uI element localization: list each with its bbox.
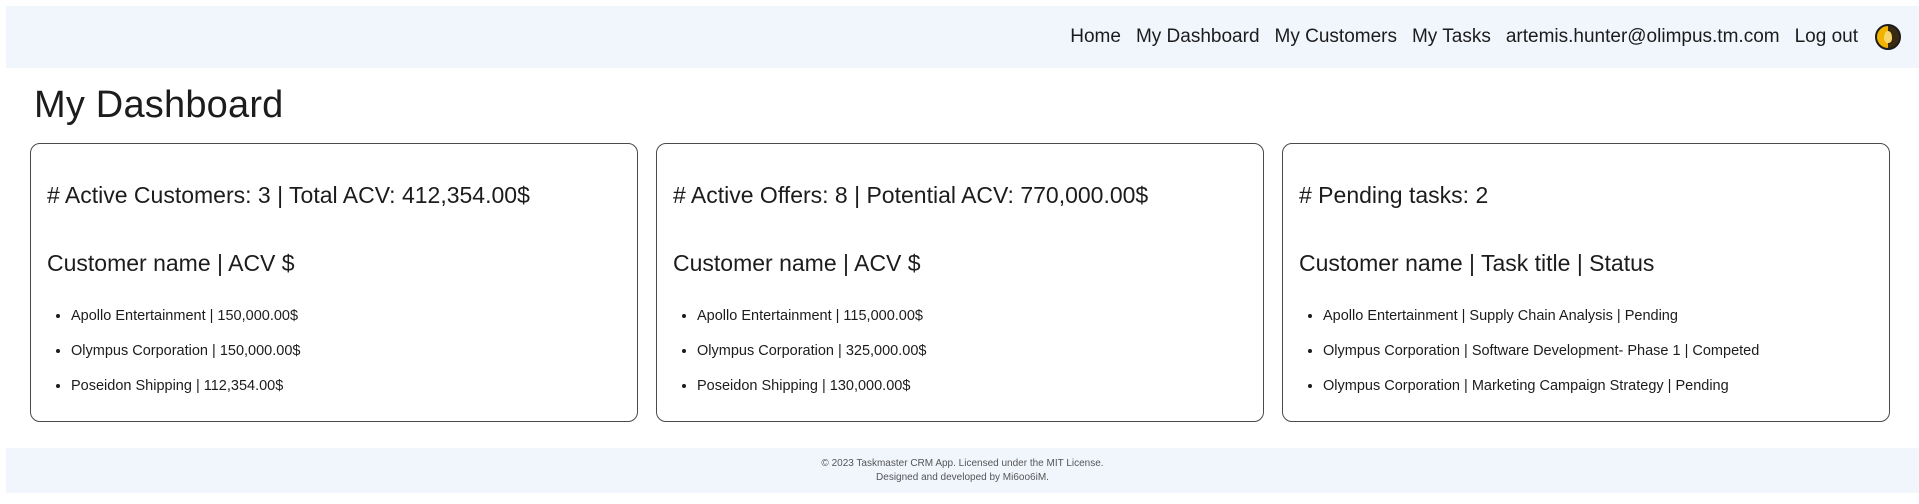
page: Home My Dashboard My Customers My Tasks … (0, 0, 1919, 504)
list-item: Apollo Entertainment | Supply Chain Anal… (1323, 307, 1759, 342)
nav-my-tasks-link[interactable]: My Tasks (1412, 26, 1491, 48)
task-status-list: Apollo Entertainment | Supply Chain Anal… (1299, 307, 1759, 412)
list-item: Olympus Corporation | Software Developme… (1323, 342, 1759, 377)
card-list-header: Customer name | Task title | Status (1299, 250, 1655, 276)
card-summary: # Pending tasks: 2 (1299, 182, 1489, 208)
card-summary: # Active Offers: 8 | Potential ACV: 770,… (673, 182, 1149, 208)
card-list-header: Customer name | ACV $ (673, 250, 921, 276)
dashboard-cards: # Active Customers: 3 | Total ACV: 412,3… (30, 143, 1895, 424)
footer-credits-text: Designed and developed by Mi6oo6iM. (876, 472, 1049, 483)
nav-user-email-link[interactable]: artemis.hunter@olimpus.tm.com (1506, 26, 1780, 48)
active-customers-card: # Active Customers: 3 | Total ACV: 412,3… (30, 143, 638, 422)
active-offers-card: # Active Offers: 8 | Potential ACV: 770,… (656, 143, 1264, 422)
list-item: Apollo Entertainment | 150,000.00$ (71, 307, 300, 342)
list-item: Olympus Corporation | 325,000.00$ (697, 342, 926, 377)
list-item: Apollo Entertainment | 115,000.00$ (697, 307, 926, 342)
list-item: Olympus Corporation | Marketing Campaign… (1323, 377, 1759, 412)
nav-logout-link[interactable]: Log out (1795, 26, 1858, 48)
list-item: Olympus Corporation | 150,000.00$ (71, 342, 300, 377)
page-footer: © 2023 Taskmaster CRM App. Licensed unde… (6, 448, 1919, 493)
pending-tasks-card: # Pending tasks: 2 Customer name | Task … (1282, 143, 1890, 422)
footer-license-text: © 2023 Taskmaster CRM App. Licensed unde… (821, 458, 1104, 469)
list-item: Poseidon Shipping | 130,000.00$ (697, 377, 926, 412)
card-summary: # Active Customers: 3 | Total ACV: 412,3… (47, 182, 530, 208)
list-item: Poseidon Shipping | 112,354.00$ (71, 377, 300, 412)
main-nav: Home My Dashboard My Customers My Tasks … (1070, 6, 1901, 68)
card-list-header: Customer name | ACV $ (47, 250, 295, 276)
nav-my-dashboard-link[interactable]: My Dashboard (1136, 26, 1260, 48)
customer-acv-list: Apollo Entertainment | 150,000.00$ Olymp… (47, 307, 300, 412)
nav-my-customers-link[interactable]: My Customers (1275, 26, 1397, 48)
offer-acv-list: Apollo Entertainment | 115,000.00$ Olymp… (673, 307, 926, 412)
nav-home-link[interactable]: Home (1070, 26, 1121, 48)
user-avatar-icon[interactable] (1875, 24, 1901, 50)
top-navbar: Home My Dashboard My Customers My Tasks … (6, 6, 1919, 68)
page-title: My Dashboard (34, 84, 284, 126)
